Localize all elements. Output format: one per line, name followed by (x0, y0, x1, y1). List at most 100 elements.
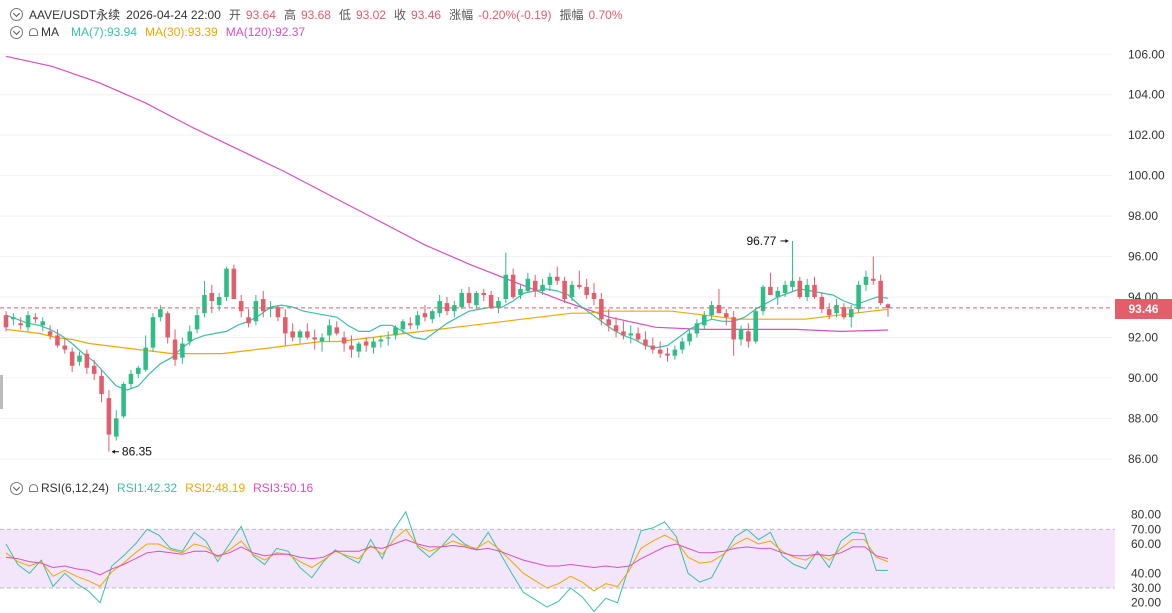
candle[interactable] (407, 317, 413, 330)
candle[interactable] (466, 286, 472, 308)
candle[interactable] (731, 311, 736, 356)
candle[interactable] (371, 337, 376, 354)
candle[interactable] (848, 305, 854, 328)
candle[interactable] (804, 278, 810, 302)
candle[interactable] (701, 311, 707, 330)
candle[interactable] (327, 319, 332, 342)
collapse-icon[interactable] (10, 8, 23, 21)
candle[interactable] (452, 301, 457, 318)
candle[interactable] (305, 323, 310, 340)
candle[interactable] (591, 282, 597, 306)
candle[interactable] (621, 321, 626, 340)
candle[interactable] (665, 347, 670, 362)
candle[interactable] (650, 337, 656, 354)
candle[interactable] (69, 347, 75, 372)
candle[interactable] (231, 264, 237, 300)
candle[interactable] (753, 307, 758, 344)
candle[interactable] (613, 317, 619, 338)
candle[interactable] (885, 303, 891, 317)
candle[interactable] (290, 323, 295, 342)
candle[interactable] (437, 294, 442, 318)
candle[interactable] (481, 288, 487, 302)
symbol-name[interactable]: AAVE/USDT永续 (29, 6, 120, 23)
candle[interactable] (488, 290, 494, 310)
candle[interactable] (165, 311, 170, 344)
candle[interactable] (99, 369, 104, 403)
candle[interactable] (760, 284, 766, 316)
kline-chart[interactable]: 106.00104.00102.00100.0098.0096.0094.009… (0, 0, 1172, 613)
candle[interactable] (746, 323, 751, 348)
candle[interactable] (496, 297, 501, 314)
candle[interactable] (400, 319, 406, 334)
candle[interactable] (283, 309, 288, 346)
candle[interactable] (268, 301, 273, 318)
candle[interactable] (312, 329, 317, 350)
candle[interactable] (878, 274, 883, 306)
candles[interactable] (3, 240, 891, 452)
candle[interactable] (643, 331, 648, 350)
candle[interactable] (768, 272, 773, 295)
candle[interactable] (797, 276, 803, 300)
candle[interactable] (334, 321, 340, 336)
rsi-label[interactable]: RSI(6,12,24) (41, 481, 109, 495)
candle[interactable] (143, 335, 148, 372)
candle[interactable] (216, 292, 222, 312)
candle[interactable] (510, 268, 516, 300)
candle[interactable] (444, 297, 450, 316)
candle[interactable] (180, 337, 185, 364)
candle[interactable] (841, 303, 847, 320)
candle[interactable] (694, 319, 700, 338)
candle[interactable] (253, 294, 259, 326)
candle[interactable] (25, 311, 31, 332)
ma-label[interactable]: MA (41, 25, 59, 39)
candle[interactable] (679, 337, 685, 354)
candle[interactable] (187, 325, 193, 346)
candle[interactable] (224, 266, 229, 302)
candle[interactable] (738, 325, 744, 346)
candle[interactable] (319, 333, 325, 352)
candle[interactable] (790, 240, 795, 291)
candle[interactable] (532, 274, 538, 297)
candle[interactable] (209, 284, 215, 314)
candle[interactable] (547, 272, 553, 291)
candle[interactable] (18, 317, 23, 330)
candle[interactable] (77, 351, 82, 366)
candle[interactable] (202, 280, 207, 318)
candle[interactable] (128, 369, 134, 389)
candle[interactable] (238, 294, 244, 318)
candle[interactable] (40, 317, 46, 332)
candle[interactable] (349, 335, 354, 358)
candle[interactable] (724, 309, 729, 326)
candle[interactable] (459, 288, 464, 310)
candle[interactable] (819, 292, 825, 314)
candle[interactable] (430, 309, 435, 324)
candle[interactable] (503, 252, 509, 304)
candle[interactable] (554, 266, 560, 285)
candle[interactable] (194, 309, 200, 334)
candle[interactable] (871, 256, 876, 285)
candle[interactable] (11, 313, 16, 326)
candle[interactable] (363, 337, 369, 352)
candle[interactable] (569, 280, 575, 302)
candle[interactable] (113, 410, 119, 441)
candle[interactable] (584, 278, 589, 300)
candle[interactable] (150, 313, 156, 352)
rsi-alert-icon[interactable] (29, 484, 38, 492)
candle[interactable] (628, 325, 634, 344)
candle[interactable] (385, 331, 391, 346)
scroll-handle[interactable] (0, 375, 3, 409)
rsi-collapse-icon[interactable] (10, 481, 23, 495)
candle[interactable] (415, 311, 420, 330)
candle[interactable] (635, 327, 641, 342)
candle[interactable] (121, 381, 126, 419)
candle[interactable] (562, 276, 567, 304)
candle[interactable] (672, 345, 678, 360)
candle[interactable] (3, 311, 9, 332)
candle[interactable] (687, 329, 692, 346)
candle[interactable] (297, 329, 303, 344)
candle[interactable] (84, 349, 90, 374)
candle[interactable] (863, 270, 869, 291)
candle[interactable] (657, 341, 663, 358)
alert-icon[interactable] (29, 28, 38, 36)
candle[interactable] (172, 329, 178, 366)
